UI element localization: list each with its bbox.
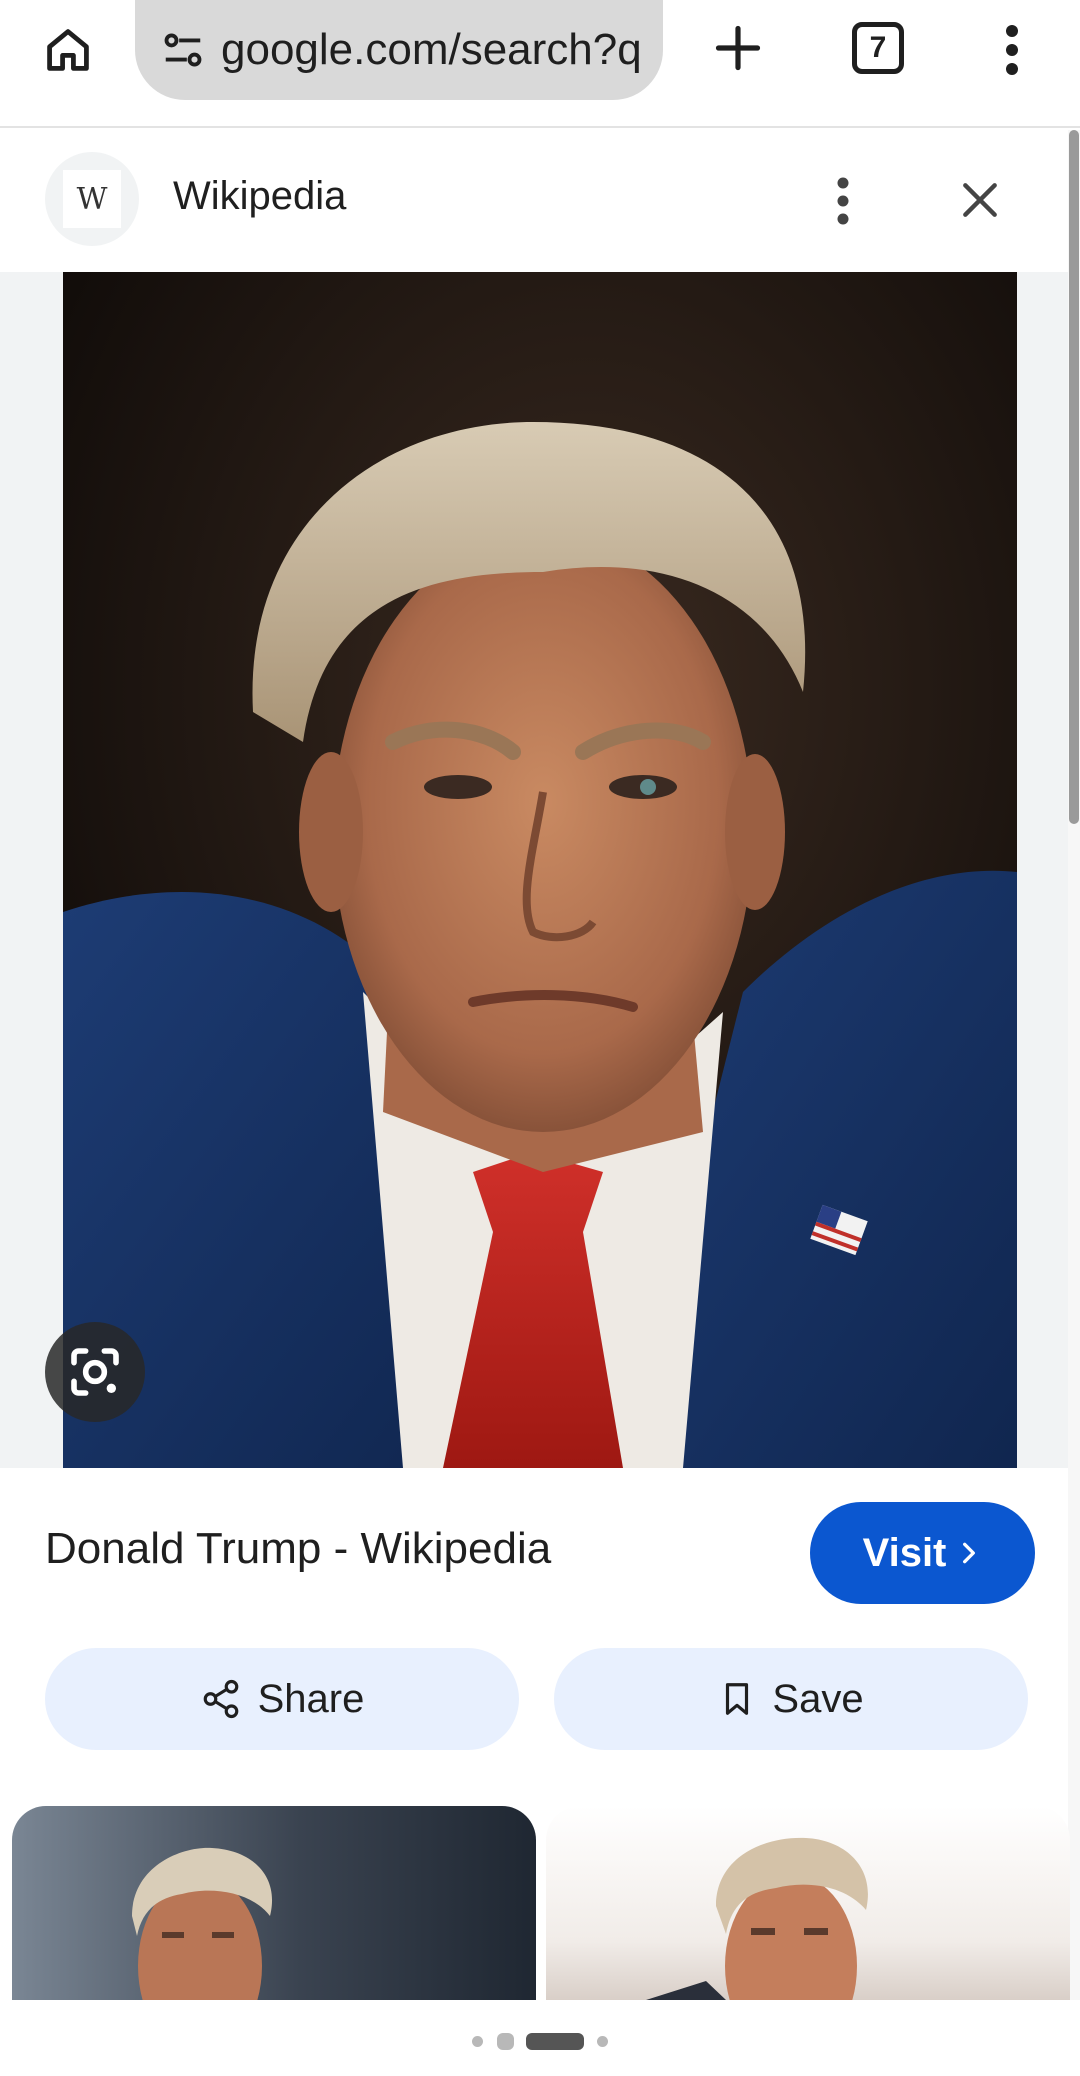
scrollbar-thumb[interactable]	[1069, 130, 1079, 824]
more-vertical-icon	[1006, 25, 1018, 75]
chevron-right-icon	[963, 1542, 976, 1564]
tab-switcher-button[interactable]: 7	[852, 22, 904, 74]
wikipedia-logo-icon: W	[63, 170, 121, 228]
related-image-1	[132, 1847, 273, 2000]
new-tab-button[interactable]	[706, 16, 770, 80]
visit-label: Visit	[862, 1530, 947, 1575]
related-image[interactable]	[546, 1806, 1070, 2000]
tune-icon[interactable]	[157, 24, 209, 76]
page: google.com/search?q 7 W Wikipedia Donald…	[0, 0, 1080, 2076]
share-button[interactable]: Share	[45, 1648, 519, 1750]
result-info: Donald Trump - Wikipedia Visit	[0, 1468, 1068, 1638]
bookmark-icon	[726, 1683, 749, 1715]
save-label: Save	[772, 1676, 864, 1721]
carousel-indicator	[0, 2000, 1080, 2076]
page-dot[interactable]	[497, 2033, 514, 2050]
browser-menu-button[interactable]	[990, 18, 1034, 82]
visit-button[interactable]: Visit	[810, 1502, 1035, 1604]
address-bar[interactable]: google.com/search?q	[135, 0, 663, 100]
browser-toolbar: google.com/search?q 7	[0, 0, 1080, 128]
close-icon	[963, 183, 997, 217]
home-icon	[47, 29, 89, 71]
url-text[interactable]: google.com/search?q	[221, 25, 651, 75]
related-image-2	[646, 1837, 868, 2000]
google-lens-button[interactable]	[45, 1322, 145, 1422]
page-dot-active[interactable]	[526, 2033, 584, 2050]
save-button[interactable]: Save	[554, 1648, 1028, 1750]
home-button[interactable]	[36, 18, 100, 82]
source-name[interactable]: Wikipedia	[173, 174, 346, 219]
result-image[interactable]	[63, 272, 1017, 1468]
page-dot[interactable]	[472, 2036, 483, 2047]
source-more-button[interactable]	[820, 168, 866, 234]
more-vertical-icon	[837, 177, 849, 225]
portrait-image	[63, 272, 1017, 1468]
image-viewer	[0, 272, 1068, 1468]
result-title[interactable]: Donald Trump - Wikipedia	[45, 1524, 551, 1574]
source-favicon: W	[45, 152, 139, 246]
close-button[interactable]	[950, 170, 1010, 230]
share-label: Share	[257, 1676, 365, 1721]
tab-count: 7	[869, 31, 887, 64]
google-lens-icon	[71, 1348, 119, 1396]
related-image[interactable]	[12, 1806, 536, 2000]
source-header: W Wikipedia	[0, 130, 1068, 272]
share-icon	[203, 1679, 238, 1719]
plus-icon	[715, 25, 761, 71]
page-dot[interactable]	[597, 2036, 608, 2047]
